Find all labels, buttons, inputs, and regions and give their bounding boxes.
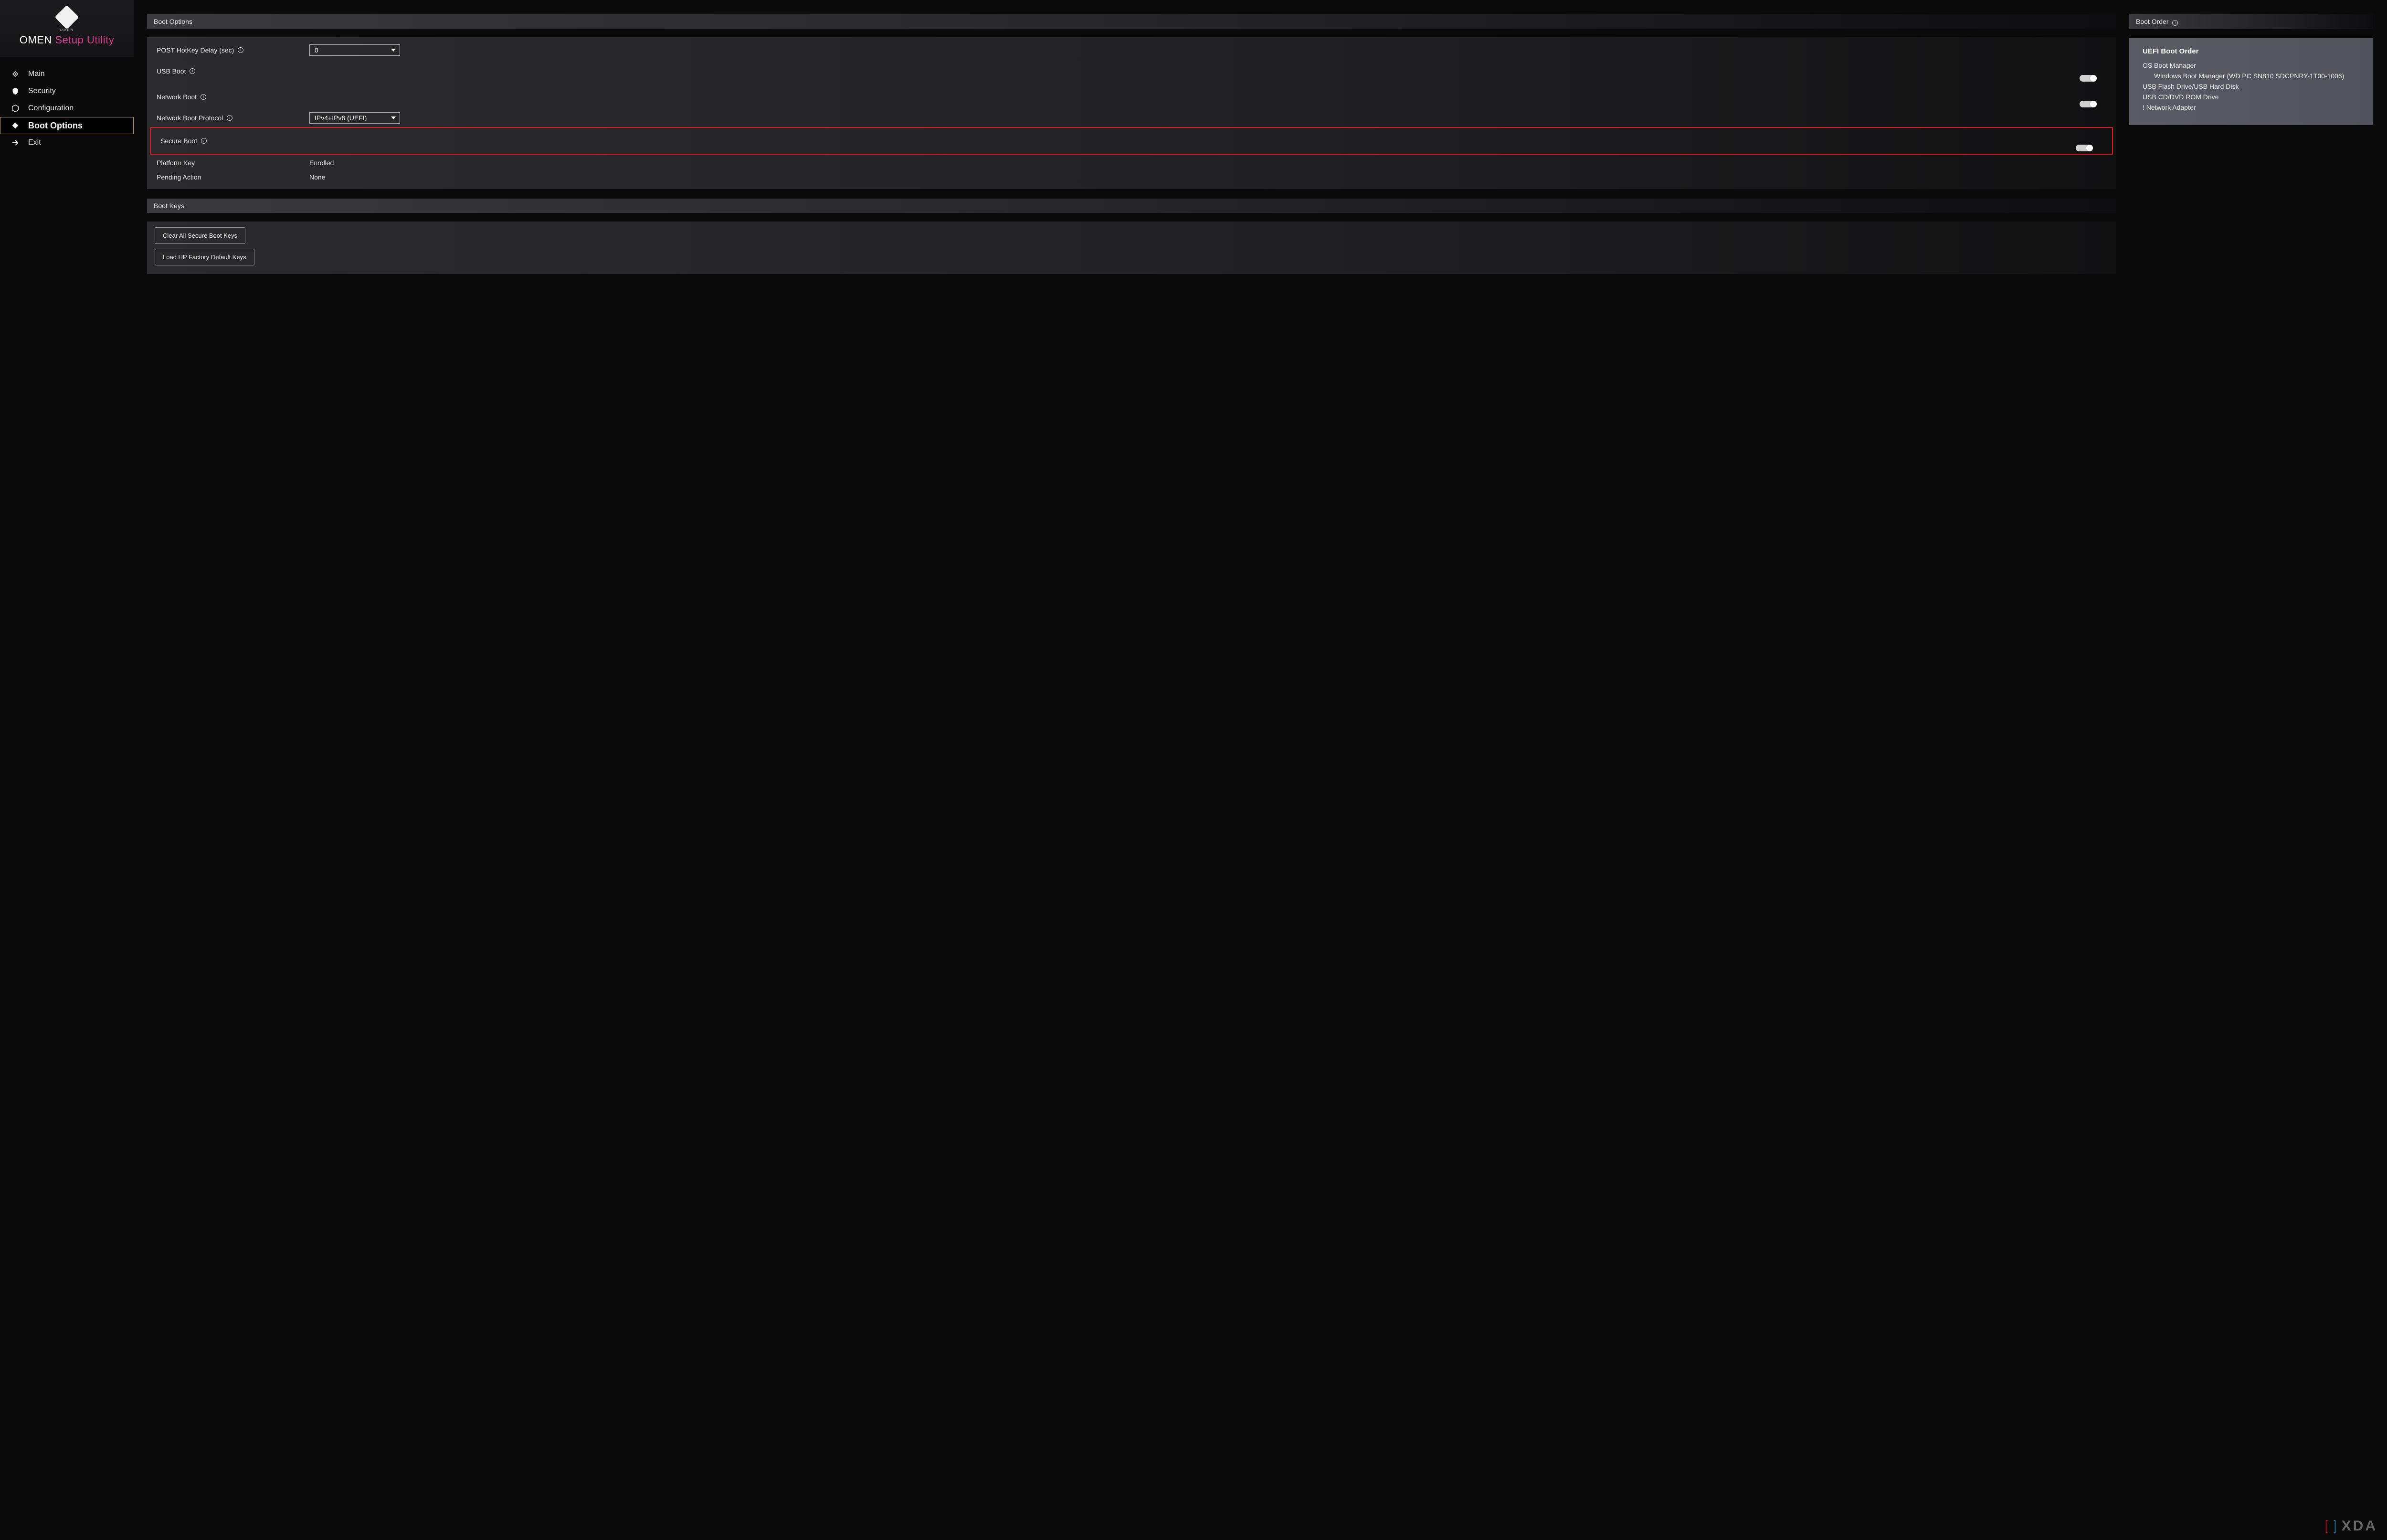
panel-boot-order: Boot Order UEFI Boot Order OS Boot Manag…: [2129, 14, 2373, 125]
panel-title: Boot Options: [147, 14, 2116, 29]
network-boot-protocol-dropdown[interactable]: IPv4+IPv6 (UEFI): [309, 112, 400, 124]
right-column: Boot Order UEFI Boot Order OS Boot Manag…: [2129, 0, 2387, 1540]
info-icon[interactable]: [201, 94, 206, 100]
panel-boot-keys: Boot Keys Clear All Secure Boot Keys Loa…: [147, 199, 2116, 274]
row-label: POST HotKey Delay (sec): [157, 46, 309, 54]
nav-label: Main: [28, 70, 45, 78]
info-icon[interactable]: [238, 47, 243, 53]
panel-title: Boot Keys: [147, 199, 2116, 213]
watermark: [ ] XDA: [2324, 1518, 2377, 1534]
boot-order-item[interactable]: Windows Boot Manager (WD PC SN810 SDCPNR…: [2143, 71, 2359, 81]
nav-item-security[interactable]: Security: [0, 83, 134, 100]
app-title: OMEN Setup Utility: [5, 34, 129, 46]
panel-body: Clear All Secure Boot Keys Load HP Facto…: [147, 222, 2116, 274]
pending-action-value: None: [309, 173, 325, 181]
nav-list: Main Security Configuration Boot Options: [0, 65, 134, 151]
info-icon[interactable]: [227, 115, 232, 121]
hex-icon: [11, 104, 20, 113]
info-icon[interactable]: [190, 68, 195, 74]
nav-item-main[interactable]: Main: [0, 65, 134, 83]
boot-order-list: UEFI Boot Order OS Boot Manager Windows …: [2129, 38, 2373, 125]
row-post-hotkey-delay: POST HotKey Delay (sec) 0: [147, 42, 2116, 58]
nav-item-boot-options[interactable]: Boot Options: [0, 117, 134, 134]
row-secure-boot: Secure Boot: [150, 127, 2113, 155]
boot-order-item[interactable]: USB CD/DVD ROM Drive: [2143, 92, 2359, 102]
nav-label: Configuration: [28, 104, 74, 113]
diamond-icon: [11, 70, 20, 78]
watermark-text: XDA: [2342, 1518, 2377, 1534]
sidebar: OMEN OMEN Setup Utility Main Security: [0, 0, 134, 1540]
arrow-right-icon: [11, 138, 20, 147]
bracket-left-icon: [: [2325, 1518, 2328, 1534]
platform-key-value: Enrolled: [309, 159, 334, 167]
row-label: Secure Boot: [160, 137, 313, 145]
row-network-boot: Network Boot: [147, 84, 2116, 110]
boot-order-item[interactable]: OS Boot Manager: [2143, 60, 2359, 71]
nav-label: Boot Options: [28, 121, 83, 131]
diamond-filled-icon: [11, 121, 20, 130]
network-boot-toggle[interactable]: [2080, 101, 2097, 107]
nav-label: Security: [28, 87, 56, 95]
info-icon[interactable]: [2172, 20, 2178, 26]
boot-order-item[interactable]: USB Flash Drive/USB Hard Disk: [2143, 81, 2359, 92]
omen-logo-icon: [55, 5, 79, 30]
usb-boot-toggle[interactable]: [2080, 75, 2097, 82]
nav-item-configuration[interactable]: Configuration: [0, 100, 134, 117]
bracket-right-icon: ]: [2334, 1518, 2337, 1534]
row-label: Network Boot: [157, 93, 309, 101]
panel-boot-options: Boot Options POST HotKey Delay (sec) 0: [147, 14, 2116, 189]
row-label: Pending Action: [157, 173, 309, 181]
main-column: Boot Options POST HotKey Delay (sec) 0: [147, 0, 2116, 1540]
shield-icon: [11, 87, 20, 95]
info-icon[interactable]: [201, 138, 207, 144]
post-hotkey-delay-dropdown[interactable]: 0: [309, 44, 400, 56]
secure-boot-toggle[interactable]: [2076, 145, 2093, 151]
nav-label: Exit: [28, 138, 41, 147]
row-network-boot-protocol: Network Boot Protocol IPv4+IPv6 (UEFI): [147, 110, 2116, 126]
row-platform-key: Platform Key Enrolled: [147, 156, 2116, 170]
clear-secure-boot-keys-button[interactable]: Clear All Secure Boot Keys: [155, 227, 245, 244]
row-label: USB Boot: [157, 67, 309, 75]
row-usb-boot: USB Boot: [147, 58, 2116, 84]
boot-order-heading: UEFI Boot Order: [2143, 47, 2359, 55]
row-label: Network Boot Protocol: [157, 114, 309, 122]
panel-body: POST HotKey Delay (sec) 0 USB Boot: [147, 37, 2116, 189]
row-pending-action: Pending Action None: [147, 170, 2116, 184]
nav-item-exit[interactable]: Exit: [0, 134, 134, 151]
logo-subtext: OMEN: [5, 29, 129, 32]
boot-order-item[interactable]: ! Network Adapter: [2143, 102, 2359, 113]
row-label: Platform Key: [157, 159, 309, 167]
branding-block: OMEN OMEN Setup Utility: [0, 0, 134, 57]
panel-title: Boot Order: [2129, 14, 2373, 29]
load-hp-factory-keys-button[interactable]: Load HP Factory Default Keys: [155, 249, 254, 265]
